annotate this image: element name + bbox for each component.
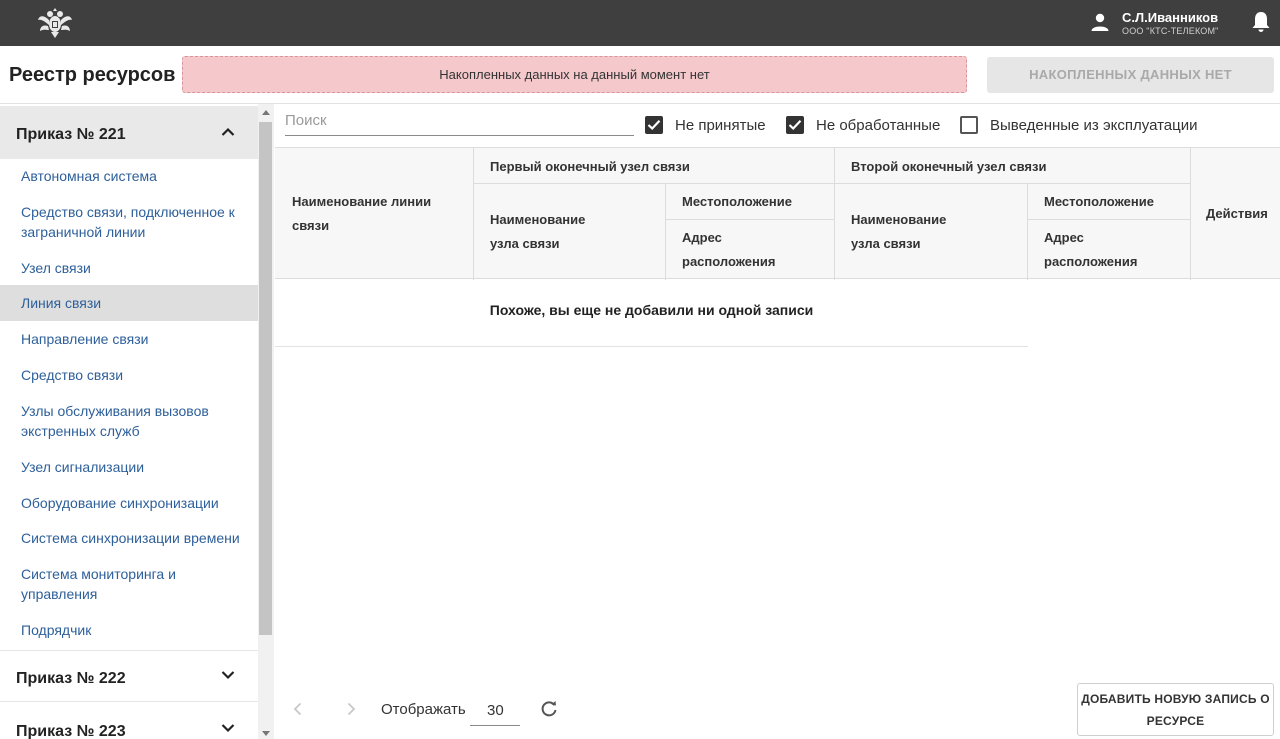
row-divider bbox=[665, 219, 834, 220]
check-icon bbox=[788, 120, 802, 131]
sidebar-item-signaling-node[interactable]: Узел сигнализации bbox=[0, 457, 258, 477]
check-icon bbox=[647, 120, 661, 131]
column-divider bbox=[1027, 184, 1028, 280]
refresh-icon[interactable] bbox=[539, 699, 559, 719]
empty-row-divider bbox=[275, 346, 1028, 347]
sidebar-section-title: Приказ № 223 bbox=[16, 723, 126, 739]
row-divider bbox=[473, 183, 1190, 184]
not-processed-label[interactable]: Не обработанные bbox=[816, 117, 940, 134]
sidebar: Приказ № 221 Автономная система Средство… bbox=[0, 104, 258, 739]
column-divider bbox=[834, 148, 835, 280]
search-input[interactable] bbox=[285, 106, 634, 134]
sidebar-section-223[interactable]: Приказ № 223 bbox=[0, 702, 258, 739]
notice-banner: Накопленных данных на данный момент нет bbox=[182, 56, 967, 93]
header-first-node-name[interactable]: Наименование узла связи bbox=[490, 208, 610, 256]
header-first-node-group: Первый оконечный узел связи bbox=[490, 159, 690, 174]
not-accepted-label[interactable]: Не принятые bbox=[675, 117, 766, 134]
user-name: С.Л.Иванников bbox=[1122, 10, 1219, 25]
sidebar-item-foreign-line-device[interactable]: Средство связи, подключенное к заграничн… bbox=[0, 202, 258, 242]
sidebar-item-comm-device[interactable]: Средство связи bbox=[0, 365, 258, 385]
user-icon bbox=[1091, 13, 1109, 31]
decommissioned-label[interactable]: Выведенные из эксплуатации bbox=[990, 117, 1197, 134]
page-size-label: Отображать bbox=[381, 701, 466, 718]
header-second-address[interactable]: Адрес расположения bbox=[1044, 226, 1154, 274]
sidebar-item-contractor[interactable]: Подрядчик bbox=[0, 620, 258, 640]
page-title: Реестр ресурсов bbox=[9, 64, 176, 86]
row-divider bbox=[1027, 219, 1190, 220]
sidebar-section-title: Приказ № 221 bbox=[16, 126, 126, 143]
header-first-address[interactable]: Адрес расположения bbox=[682, 226, 792, 274]
sidebar-item-emergency-nodes[interactable]: Узлы обслуживания вызовов экстренных слу… bbox=[0, 401, 258, 441]
top-bar: С.Л.Иванников ООО "КТС-ТЕЛЕКОМ" bbox=[0, 0, 1280, 46]
header-line-name[interactable]: Наименование линии связи bbox=[292, 190, 462, 238]
decommissioned-checkbox[interactable] bbox=[960, 116, 978, 134]
sidebar-section-title: Приказ № 222 bbox=[16, 670, 126, 687]
header-second-location: Местоположение bbox=[1044, 194, 1154, 209]
chevron-down-icon[interactable] bbox=[221, 723, 235, 733]
chevron-left-icon[interactable] bbox=[292, 702, 304, 716]
sidebar-scrollbar-thumb[interactable] bbox=[259, 122, 272, 635]
emblem-icon bbox=[38, 8, 72, 38]
header-second-node-name[interactable]: Наименование узла связи bbox=[851, 208, 971, 256]
add-resource-button[interactable]: ДОБАВИТЬ НОВУЮ ЗАПИСЬ О РЕСУРСЕ bbox=[1077, 683, 1274, 736]
column-divider bbox=[1190, 148, 1191, 280]
sidebar-item-comm-direction[interactable]: Направление связи bbox=[0, 329, 258, 349]
sidebar-item-comm-node[interactable]: Узел связи bbox=[0, 258, 258, 278]
empty-table-message: Похоже, вы еще не добавили ни одной запи… bbox=[489, 302, 814, 318]
sidebar-item-comm-line[interactable]: Линия связи bbox=[0, 285, 258, 321]
column-divider bbox=[473, 148, 474, 280]
table-header: Наименование линии связи Первый оконечны… bbox=[275, 147, 1280, 280]
header-second-node-group: Второй оконечный узел связи bbox=[851, 159, 1047, 174]
chevron-right-icon[interactable] bbox=[345, 702, 357, 716]
user-menu[interactable]: С.Л.Иванников ООО "КТС-ТЕЛЕКОМ" bbox=[1090, 8, 1240, 38]
header-first-location: Местоположение bbox=[682, 194, 792, 209]
chevron-up-icon[interactable] bbox=[221, 127, 235, 137]
sidebar-section-221[interactable]: Приказ № 221 bbox=[0, 106, 258, 159]
sidebar-section-222[interactable]: Приказ № 222 bbox=[0, 651, 258, 704]
scroll-up-arrow-icon[interactable] bbox=[261, 109, 271, 116]
bell-icon[interactable] bbox=[1250, 10, 1272, 34]
sidebar-item-autonomous-system[interactable]: Автономная система bbox=[0, 166, 258, 186]
sidebar-item-sync-equipment[interactable]: Оборудование синхронизации bbox=[0, 493, 258, 513]
column-divider bbox=[665, 184, 666, 280]
sidebar-item-time-sync-system[interactable]: Система синхронизации времени bbox=[0, 528, 258, 548]
header-actions: Действия bbox=[1206, 206, 1268, 221]
search-field[interactable] bbox=[285, 106, 634, 136]
accumulated-data-button[interactable]: НАКОПЛЕННЫХ ДАННЫХ НЕТ bbox=[987, 57, 1274, 93]
not-accepted-checkbox[interactable] bbox=[645, 116, 663, 134]
sidebar-item-monitoring-system[interactable]: Система мониторинга и управления bbox=[0, 564, 258, 604]
page-size-select[interactable]: 30 bbox=[470, 700, 520, 726]
chevron-down-icon[interactable] bbox=[221, 670, 235, 680]
scroll-down-arrow-icon[interactable] bbox=[261, 730, 271, 737]
not-processed-checkbox[interactable] bbox=[786, 116, 804, 134]
user-organization: ООО "КТС-ТЕЛЕКОМ" bbox=[1122, 26, 1219, 36]
